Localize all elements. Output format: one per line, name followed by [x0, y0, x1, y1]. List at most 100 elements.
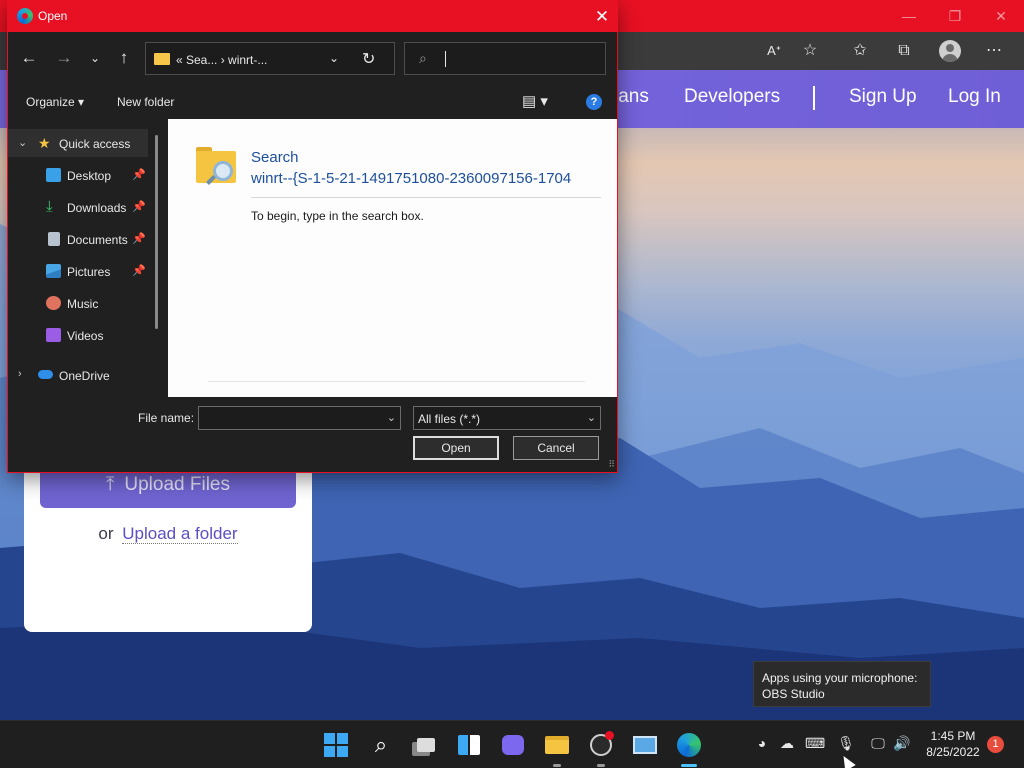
security-icon[interactable]: ◕: [752, 735, 772, 751]
chevron-down-icon[interactable]: ⌄: [18, 136, 27, 149]
nav-link-developers[interactable]: Developers: [684, 86, 780, 108]
file-type-value: All files (*.*): [418, 412, 481, 426]
search-icon[interactable]: ⌕: [367, 731, 395, 759]
keyboard-icon[interactable]: ⌨: [805, 735, 825, 752]
up-arrow-icon[interactable]: ↑: [113, 47, 135, 69]
sidebar-item-pictures[interactable]: Pictures 📌: [8, 257, 158, 285]
star-icon: ★: [38, 135, 51, 151]
text-caret: [445, 51, 446, 67]
file-explorer-icon[interactable]: [543, 731, 571, 767]
navigation-scrollbar[interactable]: [155, 135, 158, 329]
search-input[interactable]: ⌕: [404, 42, 606, 75]
microphone-icon[interactable]: 🎙: [836, 735, 856, 752]
clock-time: 1:45 PM: [930, 729, 976, 743]
folder-icon: [154, 53, 170, 65]
file-name-label: File name:: [138, 411, 195, 425]
search-folder-icon: [196, 147, 236, 185]
sidebar-item-label: Quick access: [59, 137, 131, 151]
close-icon[interactable]: ✕: [978, 0, 1024, 32]
pictures-icon: [46, 264, 61, 278]
address-bar[interactable]: « Sea... › winrt-... ⌄ ↻: [145, 42, 395, 75]
minimize-icon[interactable]: —: [886, 0, 932, 32]
system-clock[interactable]: 1:45 PM 8/25/2022: [918, 728, 988, 760]
sidebar-item-music[interactable]: Music: [8, 289, 158, 317]
pin-icon[interactable]: 📌: [132, 264, 146, 277]
sidebar-item-quick-access[interactable]: ⌄ ★ Quick access: [8, 129, 148, 157]
dialog-navigation-bar: ← → ⌄ ↑ « Sea... › winrt-... ⌄ ↻ ⌕: [8, 32, 617, 85]
add-favorite-icon[interactable]: ☆: [799, 40, 821, 62]
upload-folder-link[interactable]: Upload a folder: [122, 524, 238, 544]
profile-icon[interactable]: [939, 40, 961, 62]
divider: [208, 381, 585, 382]
sidebar-item-label: Documents: [67, 233, 128, 247]
resize-grip-icon[interactable]: ⠿: [608, 459, 615, 470]
sidebar-item-label: Downloads: [67, 201, 127, 215]
nav-divider: [813, 86, 815, 110]
sidebar-item-documents[interactable]: Documents 📌: [8, 225, 158, 253]
chevron-down-icon[interactable]: ⌄: [387, 411, 396, 424]
desktop-icon: [46, 168, 61, 182]
refresh-icon[interactable]: ↻: [362, 49, 375, 69]
nav-link-log-in[interactable]: Log In: [948, 86, 1001, 108]
sidebar-item-label: Pictures: [67, 265, 111, 279]
file-list-area: Search winrt--{S-1-5-21-1491751080-23600…: [168, 119, 617, 397]
pin-icon[interactable]: 📌: [132, 168, 146, 181]
file-name-input[interactable]: ⌄: [198, 406, 401, 430]
help-icon[interactable]: ?: [586, 94, 602, 110]
open-file-dialog: Open ✕ ← → ⌄ ↑ « Sea... › winrt-... ⌄ ↻ …: [7, 0, 618, 473]
documents-icon: [48, 232, 60, 246]
organize-menu[interactable]: Organize ▾: [26, 95, 84, 109]
address-breadcrumb[interactable]: « Sea... › winrt-...: [176, 53, 267, 67]
tooltip-app-name: OBS Studio: [762, 687, 825, 701]
clock-date: 8/25/2022: [926, 745, 980, 759]
restore-icon[interactable]: ❐: [932, 0, 978, 32]
chat-icon[interactable]: [499, 731, 527, 759]
view-options-icon[interactable]: ▤ ▾: [522, 92, 548, 110]
onedrive-tray-icon[interactable]: ☁: [777, 735, 797, 752]
search-location-title: Search: [251, 149, 299, 166]
file-type-select[interactable]: All files (*.*) ⌄: [413, 406, 601, 430]
obs-studio-icon[interactable]: [587, 731, 615, 767]
pin-icon[interactable]: 📌: [132, 232, 146, 245]
tooltip-line: Apps using your microphone:: [762, 671, 918, 685]
nav-link-plans[interactable]: lans: [614, 86, 649, 108]
dialog-command-bar: Organize ▾ New folder ▤ ▾ ?: [8, 85, 617, 119]
forward-arrow-icon[interactable]: →: [53, 47, 75, 69]
widgets-icon[interactable]: [455, 731, 483, 759]
chevron-down-icon[interactable]: ⌄: [587, 411, 596, 424]
open-button[interactable]: Open: [413, 436, 499, 460]
control-panel-icon[interactable]: [631, 731, 659, 759]
taskbar: ⌕ ◕ ☁ ⌨ 🎙 🖵 🔊 1:45 PM 8/25/2022 1: [0, 720, 1024, 768]
read-aloud-icon[interactable]: Aᐩ: [763, 40, 785, 62]
favorites-icon[interactable]: ✩: [849, 40, 871, 62]
upload-folder-row: or Upload a folder: [24, 524, 312, 544]
sidebar-item-desktop[interactable]: Desktop 📌: [8, 161, 158, 189]
sidebar-item-downloads[interactable]: ⤓ Downloads 📌: [8, 193, 158, 221]
sidebar-item-onedrive[interactable]: › OneDrive: [8, 361, 158, 389]
collections-icon[interactable]: ⧉: [893, 40, 915, 62]
back-arrow-icon[interactable]: ←: [18, 47, 40, 69]
sidebar-item-label: Desktop: [67, 169, 112, 183]
windows-logo-icon: [324, 733, 348, 757]
close-icon[interactable]: ✕: [591, 6, 613, 28]
upload-files-label: Upload Files: [124, 474, 230, 495]
videos-icon: [46, 328, 61, 342]
sidebar-item-label: Music: [67, 297, 99, 311]
notification-badge[interactable]: 1: [987, 736, 1004, 753]
more-icon[interactable]: ⋯: [983, 40, 1005, 62]
address-dropdown-icon[interactable]: ⌄: [329, 51, 339, 65]
edge-browser-icon[interactable]: [675, 731, 703, 767]
task-view-icon[interactable]: [412, 731, 440, 759]
pin-icon[interactable]: 📌: [132, 200, 146, 213]
start-button[interactable]: [322, 731, 350, 759]
cancel-button[interactable]: Cancel: [513, 436, 599, 460]
dialog-title: Open: [38, 9, 68, 23]
search-icon: ⌕: [419, 50, 427, 66]
nav-link-sign-up[interactable]: Sign Up: [849, 86, 917, 108]
recent-locations-chevron-icon[interactable]: ⌄: [84, 47, 106, 69]
sidebar-item-videos[interactable]: Videos: [8, 321, 158, 349]
new-folder-button[interactable]: New folder: [117, 95, 174, 109]
network-icon[interactable]: 🖵: [868, 735, 888, 752]
volume-icon[interactable]: 🔊: [892, 735, 912, 752]
chevron-right-icon[interactable]: ›: [18, 368, 22, 380]
